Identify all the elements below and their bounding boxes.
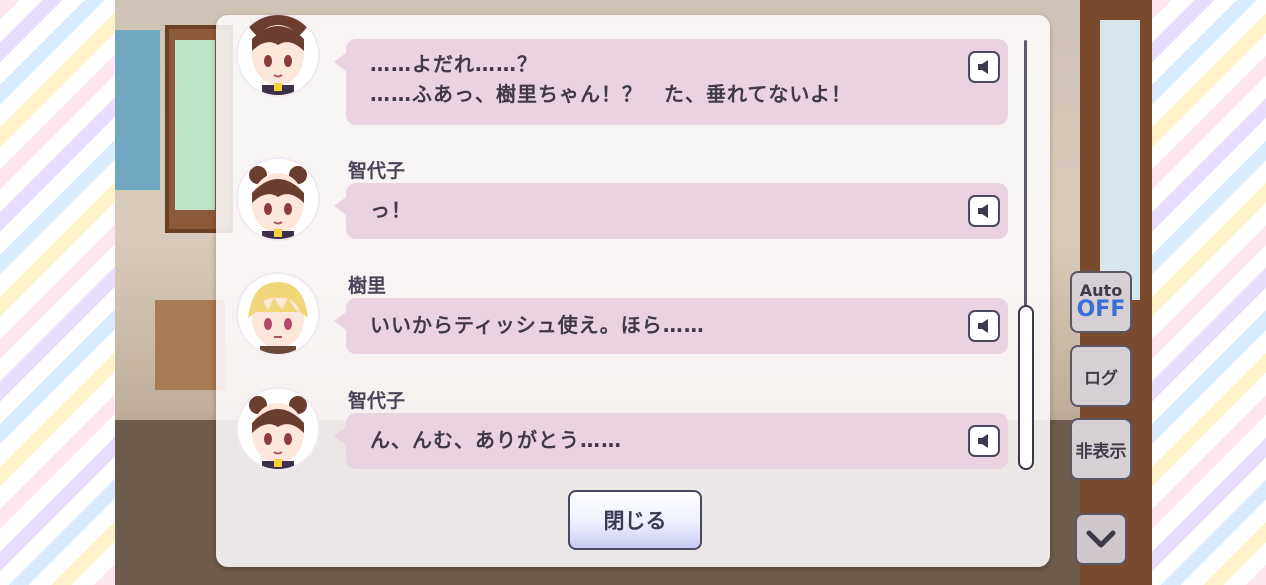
shelf xyxy=(155,300,225,390)
chiyoko-avatar xyxy=(238,389,318,469)
window-glass xyxy=(175,40,215,210)
voice-replay-button[interactable] xyxy=(968,195,1000,227)
speaker-icon xyxy=(978,319,988,333)
speaker-name: 樹里 xyxy=(348,275,387,297)
close-button[interactable]: 閉じる xyxy=(568,490,702,550)
message-bubble: っ！ xyxy=(334,183,1008,239)
speaker-icon xyxy=(978,60,988,74)
speaker-icon xyxy=(978,204,988,218)
hanging-jacket xyxy=(115,30,160,190)
chiyoko-avatar xyxy=(238,15,318,95)
message-bubble: ん、んむ、ありがとう…… xyxy=(334,413,1008,469)
striped-border-right xyxy=(1152,0,1266,585)
hide-ui-button[interactable]: 非表示 xyxy=(1070,418,1132,480)
advance-button[interactable] xyxy=(1075,513,1127,565)
message-line: いいからティッシュ使え。ほら…… xyxy=(370,313,705,337)
message-line: ……よだれ……？ xyxy=(370,52,538,76)
chevron-down-icon xyxy=(1086,530,1116,548)
log-button[interactable]: ログ xyxy=(1070,345,1132,407)
auto-state: OFF xyxy=(1076,297,1126,322)
door-window xyxy=(1100,20,1140,300)
speaker-icon xyxy=(978,434,988,448)
voice-replay-button[interactable] xyxy=(968,425,1000,457)
message-line: っ！ xyxy=(370,198,412,222)
message-bubble: ……よだれ……？ ……ふあっ、樹里ちゃん！？ た、垂れてないよ！ xyxy=(334,39,1008,125)
voice-replay-button[interactable] xyxy=(968,51,1000,83)
juri-avatar xyxy=(238,274,318,354)
message-log-dialog: ……よだれ……？ ……ふあっ、樹里ちゃん！？ た、垂れてないよ！ 智代子 っ！ … xyxy=(216,15,1050,567)
striped-border-left xyxy=(0,0,115,585)
log-label: ログ xyxy=(1084,368,1118,389)
message-bubble: いいからティッシュ使え。ほら…… xyxy=(334,298,1008,354)
auto-toggle-button[interactable]: Auto OFF xyxy=(1070,271,1132,333)
message-line: ん、んむ、ありがとう…… xyxy=(370,428,622,452)
hide-label: 非表示 xyxy=(1075,441,1127,462)
speaker-name: 智代子 xyxy=(348,390,406,412)
message-line: ……ふあっ、樹里ちゃん！？ た、垂れてないよ！ xyxy=(370,82,852,106)
voice-replay-button[interactable] xyxy=(968,310,1000,342)
speaker-name: 智代子 xyxy=(348,160,406,182)
scrollbar-thumb[interactable] xyxy=(1018,305,1034,470)
chiyoko-avatar xyxy=(238,159,318,239)
